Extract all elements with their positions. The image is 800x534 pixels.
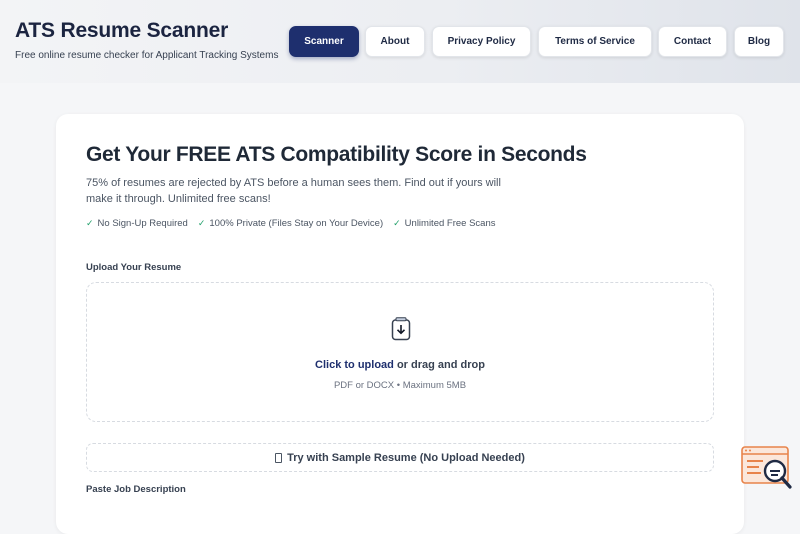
feature-label: No Sign-Up Required: [97, 218, 188, 229]
support-widget-icon[interactable]: [741, 446, 793, 490]
dropzone-instructions: Click to upload or drag and drop: [87, 359, 713, 371]
nav-about-button[interactable]: About: [365, 26, 425, 57]
site-header: ATS Resume Scanner Free online resume ch…: [0, 0, 800, 83]
job-description-label: Paste Job Description: [86, 484, 186, 495]
feature-item: ✓ No Sign-Up Required: [86, 218, 188, 229]
feature-label: 100% Private (Files Stay on Your Device): [209, 218, 384, 229]
upload-label: Upload Your Resume: [86, 262, 182, 273]
nav-blog-button[interactable]: Blog: [734, 26, 784, 57]
feature-item: ✓ 100% Private (Files Stay on Your Devic…: [198, 218, 383, 229]
document-icon: [275, 452, 283, 463]
upload-file-icon: [391, 317, 411, 341]
sample-resume-button[interactable]: Try with Sample Resume (No Upload Needed…: [86, 443, 714, 472]
site-tagline: Free online resume checker for Applicant…: [15, 50, 279, 61]
hero-subtitle: 75% of resumes are rejected by ATS befor…: [86, 177, 501, 205]
check-icon: ✓: [86, 218, 94, 228]
nav-scanner-button[interactable]: Scanner: [289, 26, 359, 57]
resume-dropzone[interactable]: Click to upload or drag and drop PDF or …: [86, 282, 714, 422]
check-icon: ✓: [197, 218, 206, 228]
feature-item: ✓ Unlimited Free Scans: [393, 218, 495, 229]
check-icon: ✓: [393, 218, 401, 228]
sample-resume-label: Try with Sample Resume (No Upload Needed…: [287, 451, 525, 464]
nav-terms-button[interactable]: Terms of Service: [538, 26, 652, 57]
hero-title: Get Your FREE ATS Compatibility Score in…: [86, 143, 587, 166]
nav-contact-button[interactable]: Contact: [658, 26, 727, 57]
upload-link[interactable]: Click to upload: [315, 359, 394, 371]
drag-drop-text: or drag and drop: [393, 359, 485, 371]
feature-list: ✓ No Sign-Up Required ✓ 100% Private (Fi…: [86, 218, 495, 229]
file-type-hint: PDF or DOCX • Maximum 5MB: [333, 380, 467, 391]
feature-label: Unlimited Free Scans: [404, 218, 496, 229]
site-title[interactable]: ATS Resume Scanner: [15, 19, 228, 43]
nav-privacy-button[interactable]: Privacy Policy: [432, 26, 531, 57]
